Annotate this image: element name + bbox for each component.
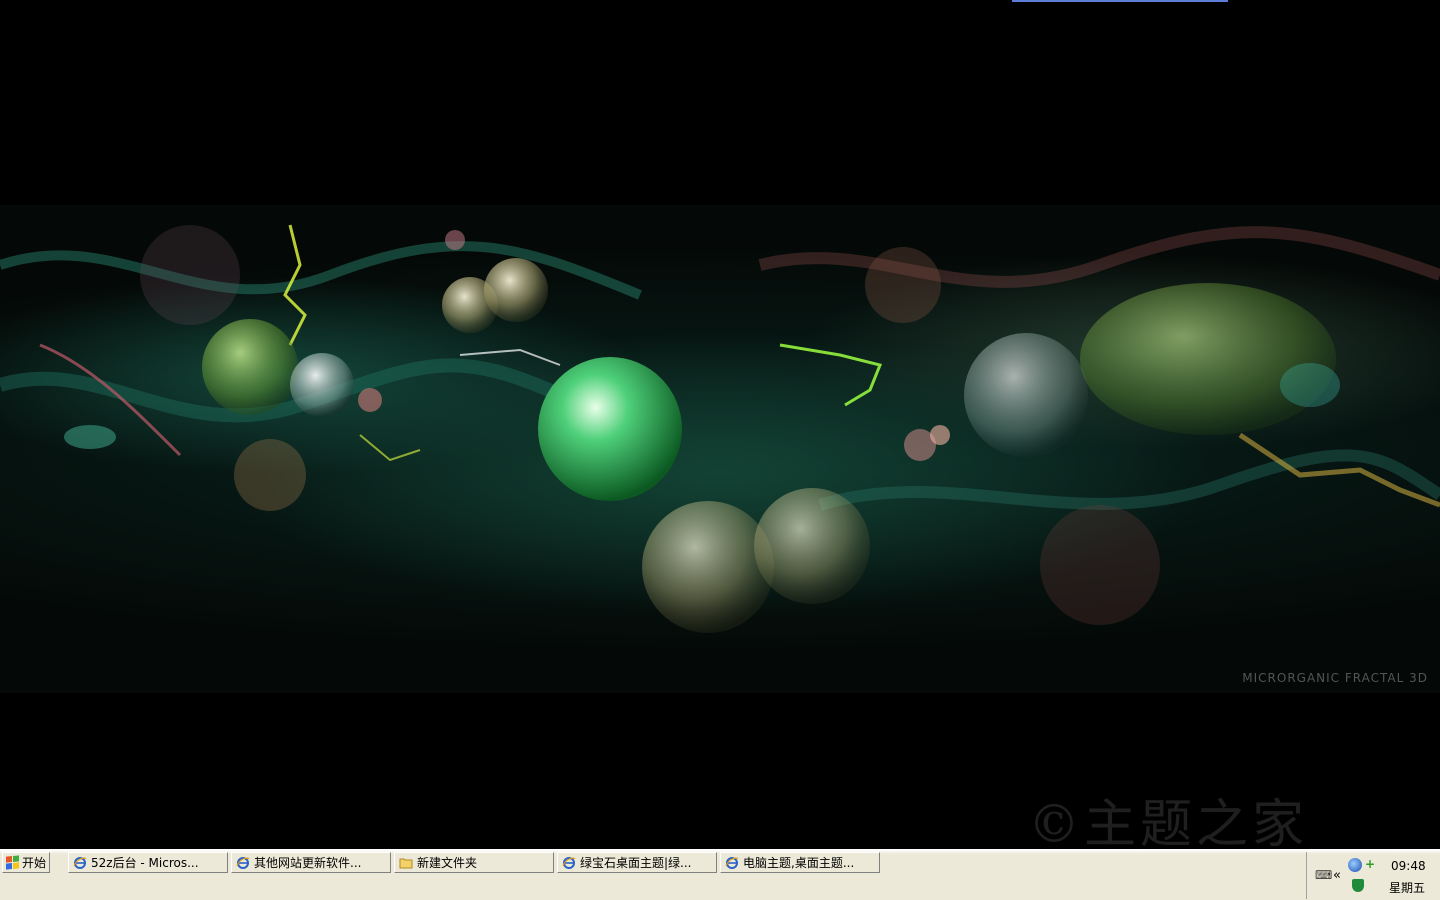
task-label: 电脑主题,桌面主题... [743, 856, 855, 870]
desktop: MICRORGANIC FRACTAL 3D ©主题之家 [0, 0, 1440, 849]
task-label: 绿宝石桌面主题|绿... [580, 856, 692, 870]
plus-icon[interactable]: + [1365, 858, 1377, 870]
window-edge [1012, 0, 1228, 2]
wallpaper: MICRORGANIC FRACTAL 3D [0, 205, 1440, 693]
network-icon[interactable] [1348, 858, 1362, 872]
task-button-pc-theme[interactable]: 电脑主题,桌面主题... [720, 852, 880, 873]
wallpaper-caption: MICRORGANIC FRACTAL 3D [1242, 671, 1428, 685]
clock-day[interactable]: 星期五 [1389, 879, 1425, 896]
taskbar: 开始 52z后台 - Micros... 其他网站更新软件... 新建文件夹 绿… [0, 849, 1440, 900]
security-shield-icon[interactable] [1352, 879, 1364, 892]
clock-time[interactable]: 09:48 [1391, 859, 1426, 873]
task-label: 52z后台 - Micros... [91, 856, 199, 870]
watermark-text: ©主题之家 [1028, 795, 1309, 849]
ie-icon [725, 856, 739, 870]
task-button-new-folder[interactable]: 新建文件夹 [394, 852, 554, 873]
show-hidden-icons-icon[interactable]: « [1333, 868, 1341, 883]
start-button[interactable]: 开始 [2, 852, 50, 873]
keyboard-icon[interactable]: ⌨ [1315, 868, 1332, 882]
fractal-art [0, 224, 1440, 633]
windows-logo-icon [6, 855, 19, 870]
task-list: 52z后台 - Micros... 其他网站更新软件... 新建文件夹 绿宝石桌… [68, 852, 883, 873]
start-label: 开始 [22, 856, 47, 870]
folder-icon [399, 856, 413, 870]
ie-icon [73, 856, 87, 870]
task-button-other-sites[interactable]: 其他网站更新软件... [231, 852, 391, 873]
ie-icon [236, 856, 250, 870]
task-label: 新建文件夹 [417, 856, 478, 870]
system-tray: ⌨ « + 09:48 星期五 [1306, 852, 1440, 899]
task-button-52z-admin[interactable]: 52z后台 - Micros... [68, 852, 228, 873]
ie-icon [562, 856, 576, 870]
task-button-emerald-theme[interactable]: 绿宝石桌面主题|绿... [557, 852, 717, 873]
task-label: 其他网站更新软件... [254, 856, 362, 870]
